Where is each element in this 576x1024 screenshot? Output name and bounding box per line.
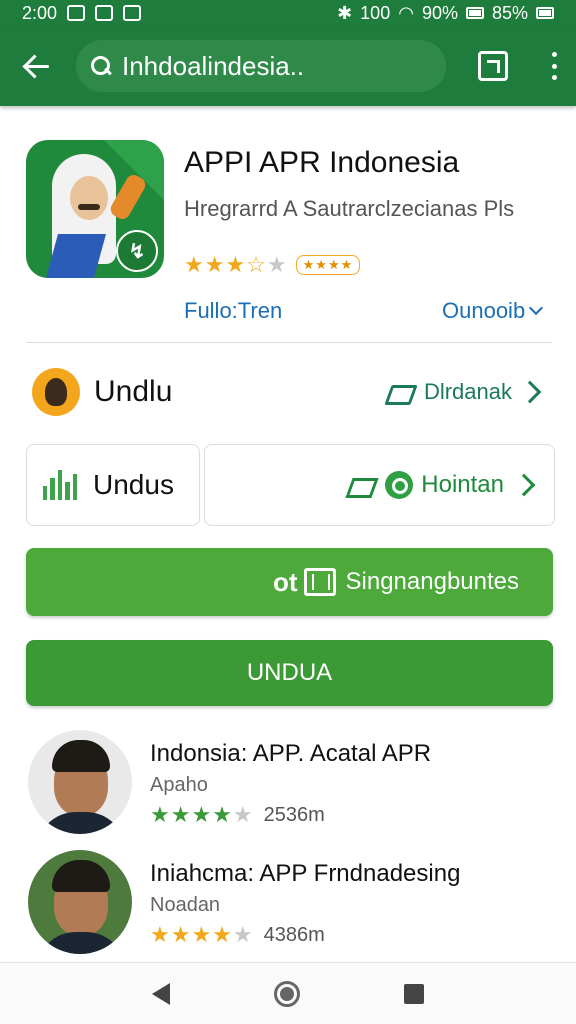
list-item-subtitle: Noadan [150,894,221,916]
chevron-right-icon [518,380,542,404]
star-rating: ★★★☆★ [184,252,288,277]
download-row[interactable]: Undlu Dlrdanak [26,360,552,424]
avatar [32,368,80,416]
action-card[interactable]: Hointan [204,444,555,526]
avatar [28,730,132,834]
star-rating: ★★★★★ [150,922,254,947]
primary-button[interactable]: ot Singnangbuntes [26,548,553,616]
search-query: Inhdoalindesia.. [122,50,305,81]
notification-icon [67,5,86,21]
card-label: Undus [93,469,174,500]
list-item-rating: ★★★★★ 2536m [150,802,325,828]
list-item-count: 2536m [263,803,325,826]
nav-back-icon[interactable] [152,982,170,1005]
app-developer: Hregrarrd A Sautrarclzecianas Pls [184,196,515,221]
battery-icon [465,7,484,19]
arrow-icon [345,473,375,497]
rating-badge: ★★★★ [295,255,361,275]
back-icon[interactable] [22,51,52,81]
battery-percent-2: 85% [491,2,528,23]
row-label: Undlu [94,375,173,408]
link-right-label: Ounooib [442,298,526,323]
nav-recents-icon[interactable] [404,983,424,1004]
primary-label: Singnangbuntes [345,568,519,595]
notification-icon [95,5,114,21]
link-right[interactable]: Ounooib [442,298,544,324]
status-signal-text: 100 [360,2,391,23]
list-item-rating: ★★★★★ 4386m [150,922,325,948]
row-action-label: Dlrdanak [423,379,512,404]
app-icon: ↯ [26,140,164,278]
stats-card[interactable]: Undus [26,444,200,526]
status-time: 2:00 [22,2,58,23]
status-bar: 2:00 ✱ 100 ◠ 90% 85% [0,0,576,26]
list-item-title: Iniahcma: APP Frndnadesing [150,860,461,887]
primary-prefix: ot [272,566,298,597]
list-item-count: 4386m [263,923,325,946]
arrow-icon [386,381,414,403]
nav-home-icon[interactable] [274,980,300,1007]
list-item-subtitle: Apaho [150,774,208,796]
bluetooth-icon: ✱ [337,2,353,23]
row-action[interactable]: Dlrdanak [386,379,552,405]
notification-icon [123,5,142,21]
card-action-label: Hointan [421,471,504,498]
link-left[interactable]: Fullo:Tren [184,298,282,324]
avatar [28,850,132,954]
star-rating: ★★★★★ [150,802,254,827]
more-vert-icon[interactable] [550,52,558,80]
system-nav-bar [0,962,576,1024]
chevron-right-icon [512,473,536,497]
app-title: APPI APR Indonesia [184,146,460,179]
wifi-icon: ◠ [398,2,414,23]
list-item-title: Indonsia: APP. Acatal APR [150,740,432,767]
chevron-down-icon [529,300,544,316]
circle-icon [385,471,414,499]
search-icon [90,55,112,77]
list-item[interactable]: Iniahcma: APP Frndnadesing Noadan ★★★★★ … [26,848,552,958]
top-app-bar: Inhdoalindesia.. [0,26,576,106]
meter-icon [303,568,336,596]
list-item[interactable]: Indonsia: APP. Acatal APR Apaho ★★★★★ 25… [26,728,552,838]
download-button[interactable]: UNDUA [26,640,553,706]
battery-icon [536,7,554,19]
app-badge-icon: ↯ [116,230,158,272]
divider [26,342,552,343]
app-rating: ★★★☆★ ★★★★ [184,252,361,278]
battery-percent: 90% [421,2,458,23]
share-icon[interactable] [478,51,508,81]
search-input[interactable]: Inhdoalindesia.. [76,40,446,92]
bars-icon [43,470,78,500]
